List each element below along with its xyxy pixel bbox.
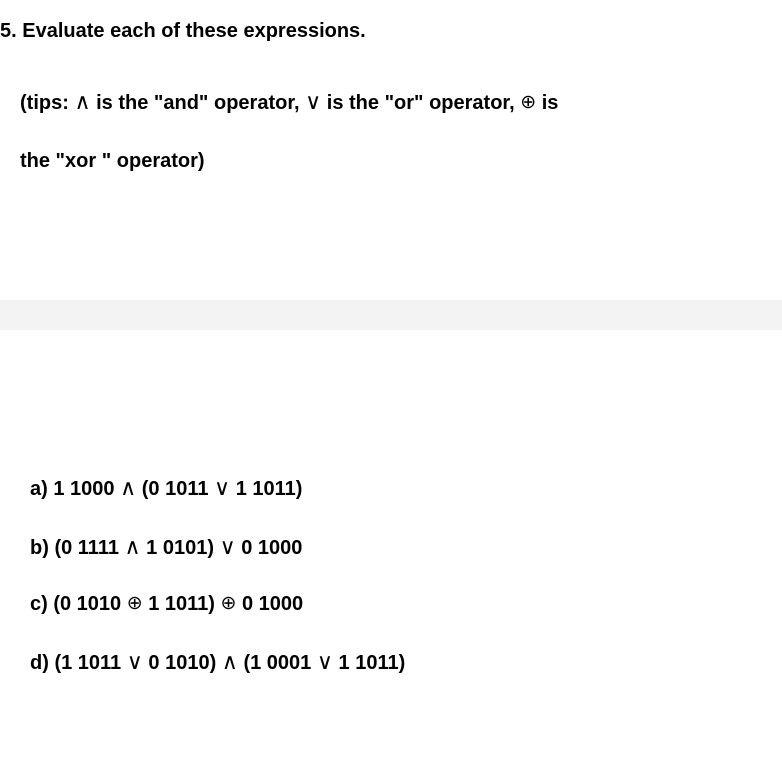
or-description: is the "or" operator,	[321, 92, 520, 114]
item-c-p3: 0 1000	[236, 593, 303, 615]
xor-icon: ⊕	[221, 593, 237, 614]
tips-line2: the "xor " operator)	[20, 150, 205, 172]
or-icon: ∨	[220, 534, 236, 559]
or-icon: ∨	[127, 649, 143, 674]
and-icon: ∧	[120, 475, 136, 500]
tips-prefix: (tips:	[20, 92, 74, 114]
item-c-p1: (0 1010	[53, 593, 126, 615]
item-d-p2: 0 1010)	[143, 652, 222, 674]
item-b-p1: (0 1111	[54, 537, 124, 559]
xor-icon: ⊕	[127, 593, 143, 614]
question-prompt: 5. Evaluate each of these expressions.	[0, 20, 782, 43]
and-symbol: ∧	[74, 89, 90, 114]
item-b-label: b)	[30, 537, 54, 559]
or-symbol: ∨	[305, 89, 321, 114]
item-b-p3: 0 1000	[236, 537, 303, 559]
xor-description: is	[536, 92, 558, 114]
item-c-p2: 1 1011)	[143, 593, 221, 615]
item-a-p1: 1 1000	[53, 478, 120, 500]
tips-text: (tips: ∧ is the "and" operator, ∨ is the…	[0, 71, 782, 189]
item-c: c) (0 1010 ⊕ 1 1011) ⊕ 0 1000	[30, 593, 405, 616]
item-d-p1: (1 1011	[54, 652, 126, 674]
question-header: 5. Evaluate each of these expressions. (…	[0, 0, 782, 189]
item-b: b) (0 1111 ∧ 1 0101) ∨ 0 1000	[30, 534, 405, 560]
item-d: d) (1 1011 ∨ 0 1010) ∧ (1 0001 ∨ 1 1011)	[30, 649, 405, 675]
item-b-p2: 1 0101)	[141, 537, 220, 559]
item-a: a) 1 1000 ∧ (0 1011 ∨ 1 1011)	[30, 475, 405, 501]
and-description: is the "and" operator,	[91, 92, 306, 114]
item-d-p4: 1 1011)	[333, 652, 405, 674]
question-text: Evaluate each of these expressions.	[22, 20, 366, 42]
divider	[0, 300, 782, 330]
or-icon: ∨	[317, 649, 333, 674]
xor-symbol: ⊕	[520, 92, 536, 113]
and-icon: ∧	[222, 649, 238, 674]
item-c-label: c)	[30, 593, 53, 615]
item-a-label: a)	[30, 478, 53, 500]
item-d-p3: (1 0001	[238, 652, 317, 674]
item-d-label: d)	[30, 652, 54, 674]
and-icon: ∧	[125, 534, 141, 559]
item-a-p2: (0 1011	[136, 478, 214, 500]
question-number: 5.	[0, 20, 17, 42]
or-icon: ∨	[214, 475, 230, 500]
item-a-p3: 1 1011)	[230, 478, 302, 500]
answers-list: a) 1 1000 ∧ (0 1011 ∨ 1 1011) b) (0 1111…	[30, 475, 405, 708]
